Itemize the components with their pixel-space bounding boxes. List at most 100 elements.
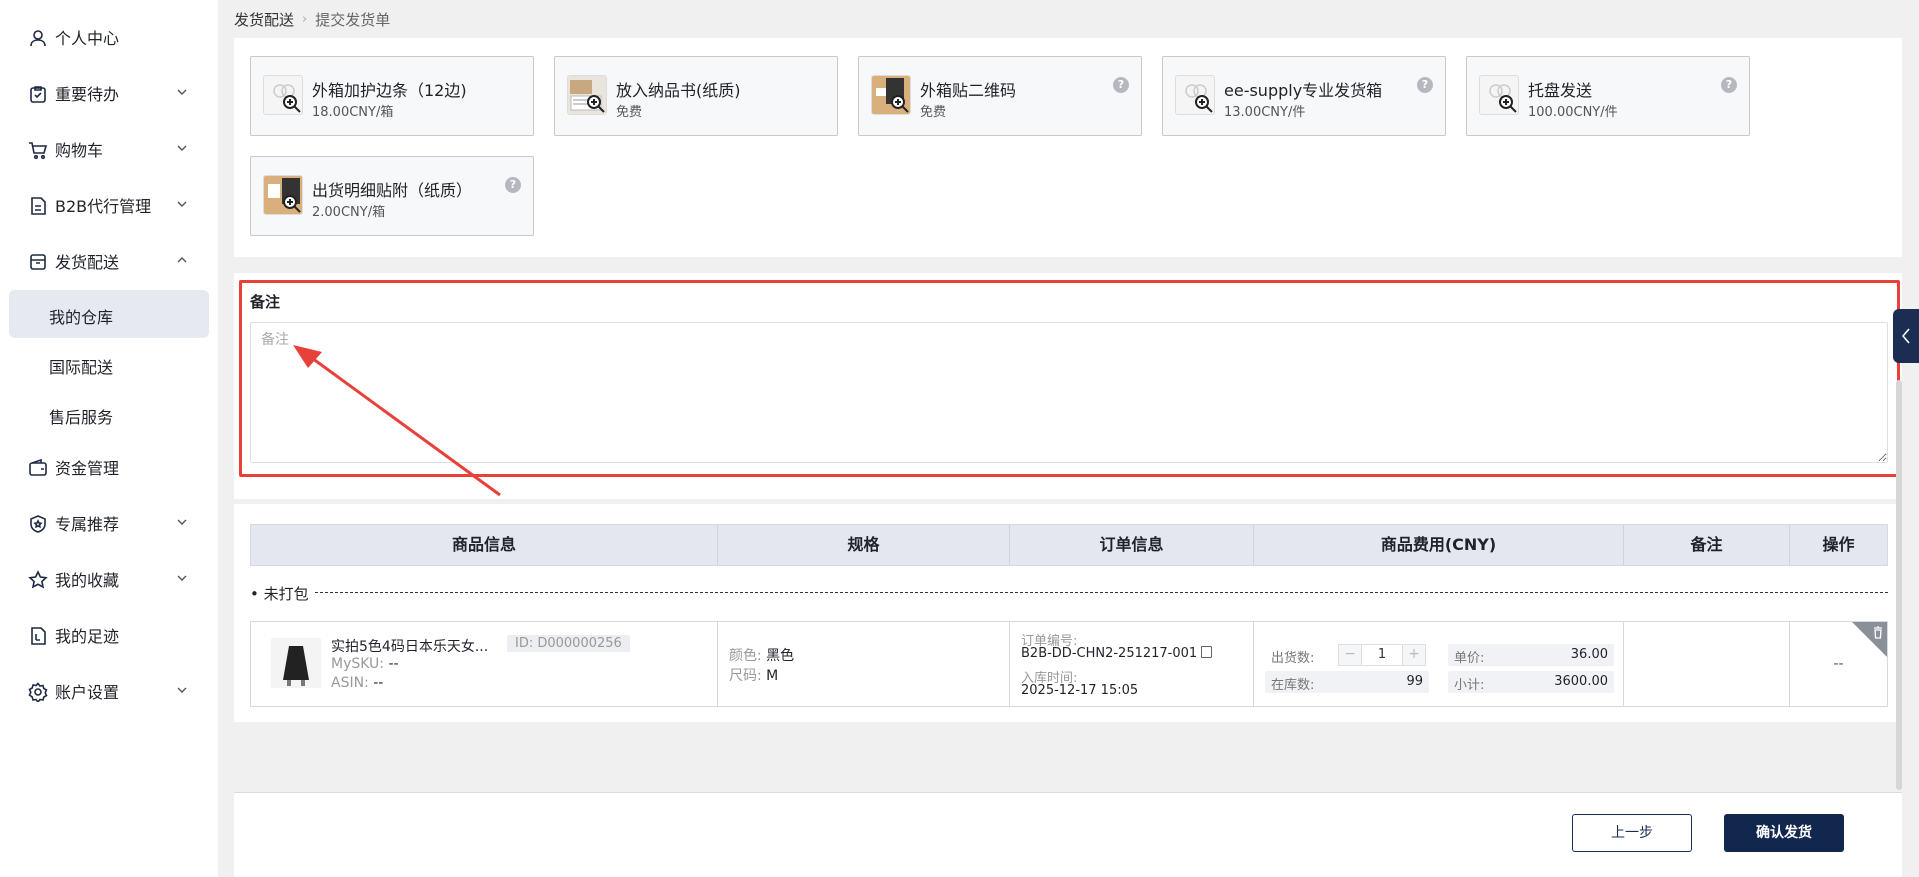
group-unpacked: • 未打包 [250, 583, 1888, 605]
service-card-pro-box[interactable]: ee-supply专业发货箱 13.00CNY/件 ? [1162, 56, 1446, 136]
unit-price-chip: 单价: 36.00 [1448, 644, 1614, 666]
sub-item-label: 国际配送 [49, 358, 114, 377]
help-icon[interactable]: ? [1417, 77, 1433, 93]
sub-item-label: 售后服务 [49, 408, 114, 427]
zoom-in-icon [283, 195, 301, 213]
gear-icon [28, 682, 48, 702]
chevron-right-icon: › [302, 12, 308, 27]
nav-item-b2b-management[interactable]: B2B代行管理 [0, 184, 218, 226]
sub-item-my-warehouse[interactable]: 我的仓库 [9, 290, 209, 338]
spec-color: 颜色: 黑色 [729, 648, 795, 664]
service-card-edge-protector[interactable]: 外箱加护边条（12边) 18.00CNY/箱 [250, 56, 534, 136]
inbound-time: 2025-12-17 15:05 [1021, 683, 1139, 698]
chevron-down-icon [177, 145, 187, 151]
prev-step-button[interactable]: 上一步 [1572, 814, 1692, 852]
breadcrumb-current: 提交发货单 [315, 11, 391, 29]
cell-divider [251, 622, 718, 706]
cell-divider [1624, 622, 1790, 706]
service-name: 出货明细贴附（纸质） [312, 181, 473, 200]
service-card-qr-label[interactable]: 外箱贴二维码 免费 ? [858, 56, 1142, 136]
zoom-in-icon [891, 95, 909, 113]
th-operation: 操作 [1822, 535, 1855, 554]
subtotal-chip: 小计: 3600.00 [1448, 671, 1614, 693]
chevron-down-icon [177, 687, 187, 693]
service-price: 2.00CNY/箱 [312, 205, 386, 220]
ship-qty-value[interactable]: 1 [1361, 645, 1403, 665]
nav-label: 我的收藏 [55, 571, 120, 590]
product-id-badge: ID: D000000256 [507, 635, 630, 652]
delete-icon[interactable] [1852, 622, 1887, 657]
minus-button[interactable]: − [1339, 645, 1361, 665]
wallet-icon [29, 458, 47, 476]
dashed-divider [250, 592, 1888, 593]
nav-item-personal-center[interactable]: 个人中心 [0, 16, 218, 58]
confirm-shipment-button[interactable]: 确认发货 [1724, 814, 1844, 852]
order-no: B2B-DD-CHN2-251217-001 [1021, 646, 1213, 661]
product-name[interactable]: 实拍5色4码日本乐天女... [331, 636, 488, 656]
nav-item-shipping[interactable]: 发货配送 [0, 240, 218, 282]
copy-icon[interactable] [1201, 646, 1213, 658]
service-thumbnail[interactable] [263, 75, 303, 115]
spec-size: 尺码: M [729, 668, 779, 684]
nav-label: 重要待办 [55, 85, 120, 104]
nav-item-account-settings[interactable]: 账户设置 [0, 670, 218, 712]
sub-item-after-sales[interactable]: 售后服务 [9, 390, 209, 438]
side-panel-toggle[interactable] [1893, 309, 1919, 363]
ship-qty-stepper[interactable]: − 1 + [1338, 644, 1426, 666]
service-thumbnail[interactable] [567, 75, 607, 115]
nav-label: 我的足迹 [55, 627, 120, 646]
remark-title: 备注 [250, 293, 281, 311]
service-card-delivery-note[interactable]: 放入纳品书(纸质) 免费 [554, 56, 838, 136]
service-card-pallet[interactable]: 托盘发送 100.00CNY/件 ? [1466, 56, 1750, 136]
box-icon [30, 254, 46, 270]
service-price: 13.00CNY/件 [1224, 105, 1306, 120]
star-icon [28, 570, 48, 589]
sub-item-international-shipping[interactable]: 国际配送 [9, 340, 209, 388]
service-thumbnail[interactable] [1175, 75, 1215, 115]
service-thumbnail[interactable] [263, 175, 303, 215]
nav-item-recommend[interactable]: 专属推荐 [0, 502, 218, 544]
badge-icon [30, 515, 46, 533]
plus-button[interactable]: + [1403, 645, 1425, 665]
group-label: • 未打包 [250, 583, 313, 604]
service-price: 免费 [920, 105, 947, 120]
remark-textarea[interactable] [250, 322, 1888, 463]
help-icon[interactable]: ? [1721, 77, 1737, 93]
breadcrumb-parent[interactable]: 发货配送 [234, 9, 294, 30]
ship-qty-label-chip: 出货数: [1271, 651, 1315, 666]
th-fee: 商品费用(CNY) [1254, 525, 1624, 565]
clipboard-check-icon [30, 86, 46, 103]
service-name: 外箱加护边条（12边) [312, 81, 467, 100]
sub-item-label: 我的仓库 [49, 308, 114, 327]
document-icon [31, 197, 46, 215]
service-thumbnail[interactable] [871, 75, 911, 115]
nav-item-footprints[interactable]: 我的足迹 [0, 614, 218, 656]
th-product-info: 商品信息 [251, 525, 718, 565]
nav-item-cart[interactable]: 购物车 [0, 128, 218, 170]
nav-label: 个人中心 [55, 29, 120, 48]
cart-icon [29, 142, 48, 160]
service-thumbnail[interactable] [1479, 75, 1519, 115]
zoom-in-icon [283, 95, 301, 113]
chevron-up-icon [177, 257, 187, 263]
help-icon[interactable]: ? [505, 177, 521, 193]
service-name: ee-supply专业发货箱 [1224, 81, 1383, 100]
nav-label: 专属推荐 [55, 515, 120, 534]
service-card-packing-list[interactable]: 出货明细贴附（纸质） 2.00CNY/箱 ? [250, 156, 534, 236]
nav-item-important-todo[interactable]: 重要待办 [0, 72, 218, 114]
nav-label: 资金管理 [55, 459, 120, 478]
table-header: 商品信息 规格 订单信息 商品费用(CNY) 备注 操作 [250, 524, 1888, 566]
product-thumbnail[interactable] [271, 638, 321, 688]
scrollbar[interactable] [1896, 380, 1902, 790]
service-price: 免费 [616, 105, 643, 120]
th-spec: 规格 [718, 525, 1010, 565]
nav-label: 账户设置 [55, 683, 120, 702]
operation-value: -- [1833, 656, 1844, 672]
chevron-left-icon [1901, 328, 1910, 344]
help-icon[interactable]: ? [1113, 77, 1129, 93]
nav-item-favorites[interactable]: 我的收藏 [0, 558, 218, 600]
zoom-in-icon [1195, 95, 1213, 113]
service-name: 托盘发送 [1528, 81, 1593, 100]
service-name: 放入纳品书(纸质) [616, 81, 741, 100]
nav-item-funds[interactable]: 资金管理 [0, 446, 218, 488]
